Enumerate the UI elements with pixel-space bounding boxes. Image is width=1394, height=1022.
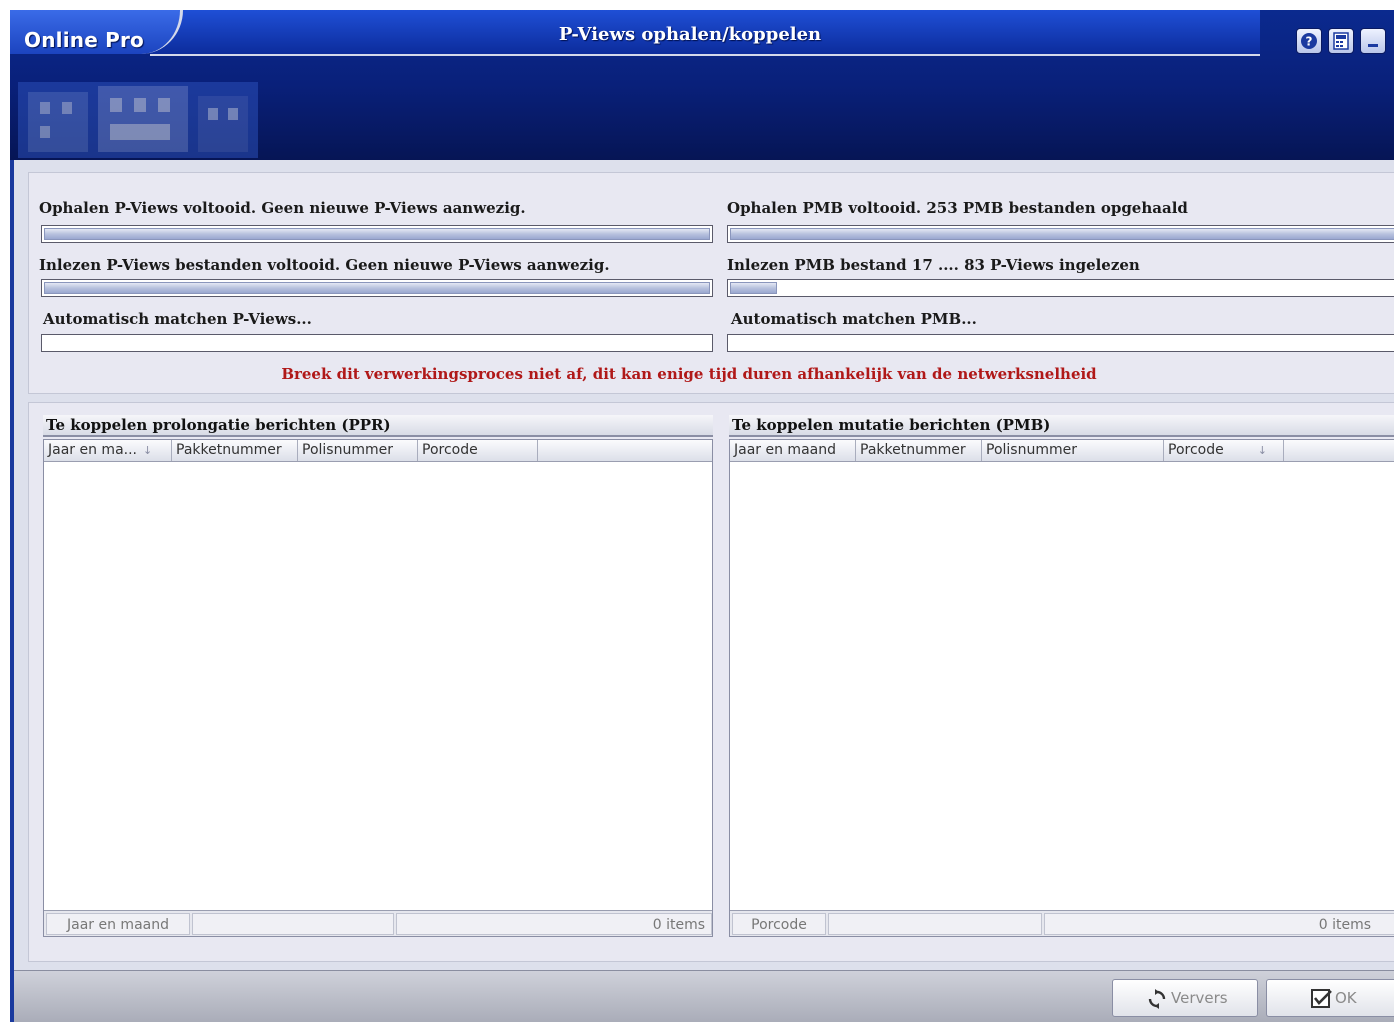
ppr-grid-header: Jaar en ma... ↓ Pakketnummer Polisnummer … [44,440,712,462]
pmb-item-count: 0 items [1044,913,1394,935]
pmb-col-policy[interactable]: Polisnummer [982,440,1164,461]
pviews-read-label: Inlezen P-Views bestanden voltooid. Geen… [39,256,610,274]
calculator-icon [1333,32,1349,50]
refresh-label: Ververs [1171,989,1228,1007]
progress-panel: Ophalen P-Views voltooid. Geen nieuwe P-… [28,172,1394,394]
pmb-fetch-progress [727,225,1394,243]
pmb-list-title: Te koppelen mutatie berichten (PMB) [729,415,1394,437]
ppr-col-package[interactable]: Pakketnummer [172,440,298,461]
pmb-col-package[interactable]: Pakketnummer [856,440,982,461]
pmb-fetch-label: Ophalen PMB voltooid. 253 PMB bestanden … [727,199,1188,217]
progress-fill [44,228,710,240]
pmb-col-year-month[interactable]: Jaar en maand [730,440,856,461]
minimize-button[interactable] [1360,28,1386,54]
pmb-grid[interactable]: Jaar en maand Pakketnummer Polisnummer P… [729,439,1394,937]
ppr-item-count: 0 items [396,913,712,935]
pviews-match-progress [41,334,713,352]
pmb-read-progress [727,279,1394,297]
pviews-fetch-progress [41,225,713,243]
brand-tab: Online Pro [10,10,183,54]
pmb-read-label: Inlezen PMB bestand 17 .... 83 P-Views i… [727,256,1140,274]
app-header: Online Pro P-Views ophalen/koppelen ? [10,10,1394,160]
checkbox-icon [1311,989,1332,1008]
ppr-group-field[interactable]: Jaar en maand [46,913,190,935]
sort-down-icon: ↓ [1257,444,1267,457]
pmb-footer-spacer [828,913,1042,935]
calculator-button[interactable] [1328,28,1354,54]
svg-text:?: ? [1306,35,1313,49]
pviews-match-label: Automatisch matchen P-Views... [43,310,312,328]
warning-message: Breek dit verwerkingsproces niet af, dit… [281,365,1097,383]
pviews-read-progress [41,279,713,297]
window-title: P-Views ophalen/koppelen [558,24,822,45]
ok-button[interactable]: OK [1266,979,1394,1017]
sort-down-icon: ↓ [143,444,153,457]
main-window: Online Pro P-Views ophalen/koppelen ? Op… [10,10,1394,1022]
help-icon: ? [1301,33,1317,49]
help-button[interactable]: ? [1296,28,1322,54]
pviews-fetch-label: Ophalen P-Views voltooid. Geen nieuwe P-… [39,199,526,217]
ppr-grid-footer: Jaar en maand 0 items [44,910,712,936]
refresh-button[interactable]: Ververs [1112,979,1258,1017]
progress-fill [44,282,710,294]
pmb-grid-header: Jaar en maand Pakketnummer Polisnummer P… [730,440,1394,462]
building-logo-icon [18,82,258,158]
pmb-match-progress [727,334,1394,352]
brand-name: Online Pro [24,28,144,52]
bottom-bar: Ververs OK [14,970,1394,1022]
refresh-icon [1148,989,1166,1009]
lists-panel: Te koppelen prolongatie berichten (PPR) … [28,402,1394,962]
ppr-list-title: Te koppelen prolongatie berichten (PPR) [43,415,713,437]
progress-fill [730,282,778,294]
ppr-footer-spacer [192,913,394,935]
pmb-col-porcode[interactable]: Porcode ↓ [1164,440,1284,461]
ppr-col-porcode[interactable]: Porcode [418,440,538,461]
pmb-group-field[interactable]: Porcode [732,913,826,935]
content-area: Ophalen P-Views voltooid. Geen nieuwe P-… [14,160,1394,970]
progress-fill [730,228,1394,240]
ppr-grid[interactable]: Jaar en ma... ↓ Pakketnummer Polisnummer … [43,439,713,937]
ppr-col-policy[interactable]: Polisnummer [298,440,418,461]
pmb-grid-footer: Porcode 0 items [730,910,1394,936]
minimize-icon [1368,44,1378,47]
ppr-col-year-month[interactable]: Jaar en ma... ↓ [44,440,172,461]
ok-label: OK [1335,989,1357,1007]
pmb-match-label: Automatisch matchen PMB... [731,310,977,328]
